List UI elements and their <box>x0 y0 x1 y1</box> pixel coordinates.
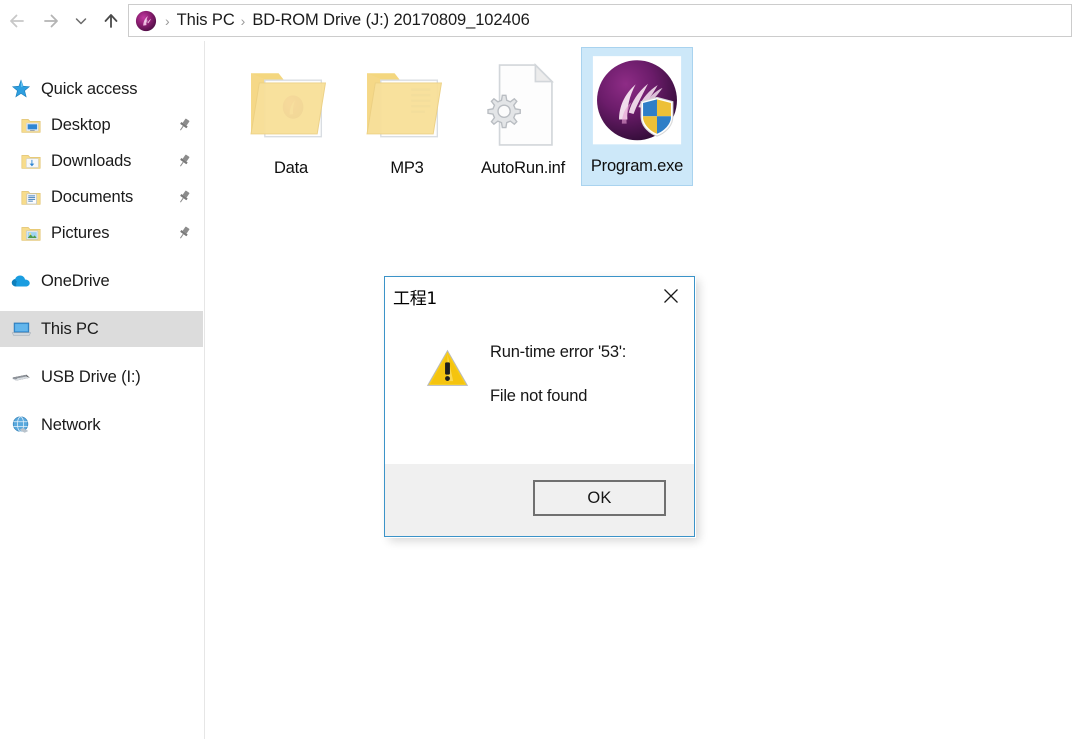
sidebar-item-this-pc[interactable]: This PC <box>0 311 203 347</box>
desktop-folder-icon <box>20 114 42 136</box>
pin-icon[interactable] <box>176 189 192 205</box>
forward-button[interactable] <box>34 0 68 41</box>
file-item-mp3[interactable]: MP3 <box>351 49 463 188</box>
sidebar-item-network[interactable]: Network <box>0 407 204 443</box>
dialog-body: Run-time error '53': File not found <box>385 315 694 464</box>
file-name: MP3 <box>390 159 424 177</box>
dialog-message-group: Run-time error '53': File not found <box>490 341 626 408</box>
sidebar-label: Downloads <box>51 151 132 170</box>
dialog-close-button[interactable] <box>648 277 694 315</box>
sidebar-label: OneDrive <box>41 271 110 290</box>
file-name: AutoRun.inf <box>480 159 566 177</box>
ok-button[interactable]: OK <box>533 480 666 516</box>
file-name: Program.exe <box>590 157 684 175</box>
bd-rom-disc-icon <box>135 10 157 32</box>
arrow-up-icon <box>104 13 118 28</box>
inf-gear-file-icon <box>472 54 574 156</box>
chevron-down-icon <box>75 17 87 24</box>
sidebar-label: Network <box>41 415 101 434</box>
sidebar-item-desktop[interactable]: Desktop <box>0 107 204 143</box>
dialog-footer: OK <box>385 464 694 536</box>
sidebar-item-documents[interactable]: Documents <box>0 179 204 215</box>
arrow-right-icon <box>44 14 58 27</box>
back-button[interactable] <box>0 0 34 41</box>
file-explorer-window: › This PC › BD-ROM Drive (J:) 20170809_1… <box>0 0 1081 739</box>
navigation-pane: Quick access Desktop Downloads Documents… <box>0 41 205 739</box>
dialog-message-line-1: Run-time error '53': <box>490 343 627 361</box>
file-name: Data <box>273 159 309 177</box>
pin-icon[interactable] <box>176 153 192 169</box>
pin-icon[interactable] <box>176 225 192 241</box>
sidebar-label: Quick access <box>41 79 138 98</box>
folder-with-document-icon <box>356 54 458 156</box>
arrow-left-icon <box>10 14 24 27</box>
breadcrumb-separator-2: › <box>240 12 246 29</box>
breadcrumb-separator: › <box>165 12 170 29</box>
warning-triangle-icon <box>425 347 470 389</box>
breadcrumb-this-pc[interactable]: This PC <box>177 11 235 30</box>
sidebar-label: Desktop <box>51 115 111 134</box>
dialog-title: 工程1 <box>393 288 437 309</box>
onedrive-cloud-icon <box>10 270 32 292</box>
up-button[interactable] <box>94 0 128 41</box>
sidebar-label: USB Drive (I:) <box>41 367 141 386</box>
recent-locations-button[interactable] <box>68 0 94 41</box>
pin-icon[interactable] <box>176 117 192 133</box>
quick-access-star-icon <box>10 78 32 100</box>
sidebar-label: Pictures <box>51 223 110 242</box>
dialog-titlebar[interactable]: 工程1 <box>385 277 694 315</box>
sidebar-item-quick-access[interactable]: Quick access <box>0 71 204 107</box>
runtime-error-dialog: 工程1 Run-time error '53': File not found … <box>384 276 695 537</box>
address-bar[interactable]: › This PC › BD-ROM Drive (J:) 20170809_1… <box>128 4 1072 37</box>
breadcrumb-drive[interactable]: BD-ROM Drive (J:) 20170809_102406 <box>252 11 529 30</box>
documents-folder-icon <box>20 186 42 208</box>
sidebar-item-usb-drive[interactable]: USB Drive (I:) <box>0 359 204 395</box>
file-item-program-exe[interactable]: Program.exe <box>581 47 693 186</box>
sidebar-item-onedrive[interactable]: OneDrive <box>0 263 204 299</box>
pictures-folder-icon <box>20 222 42 244</box>
sidebar-label: This PC <box>41 319 99 338</box>
folder-with-disc-icon <box>240 54 342 156</box>
program-exe-shield-icon <box>586 52 688 154</box>
sidebar-label: Documents <box>51 187 134 206</box>
dialog-message-line-2: File not found <box>490 387 588 406</box>
file-item-autorun-inf[interactable]: AutoRun.inf <box>467 49 579 188</box>
usb-drive-icon <box>10 366 32 388</box>
sidebar-item-pictures[interactable]: Pictures <box>0 215 204 251</box>
sidebar-item-downloads[interactable]: Downloads <box>0 143 204 179</box>
file-item-data[interactable]: Data <box>235 49 347 188</box>
close-x-icon <box>664 289 678 303</box>
downloads-folder-icon <box>20 150 42 172</box>
this-pc-monitor-icon <box>10 318 32 340</box>
network-globe-icon <box>10 414 32 436</box>
